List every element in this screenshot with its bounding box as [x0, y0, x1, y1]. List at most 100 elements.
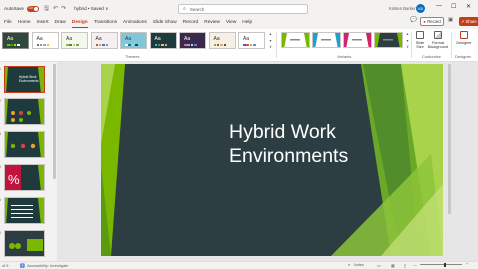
theme-option[interactable]: Aa	[238, 32, 265, 49]
thumbnails-scrollbar[interactable]	[53, 64, 56, 179]
user-name[interactable]: Kirsten Barker	[389, 6, 416, 11]
theme-color-swatches	[7, 44, 20, 46]
record-button[interactable]: ● Record	[420, 17, 444, 26]
theme-option[interactable]: Aa	[31, 32, 59, 49]
record-label: Record	[427, 19, 441, 24]
variants-gallery-scroll[interactable]: ▲ ▼ ⊻	[405, 32, 410, 49]
comments-icon[interactable]: 💬	[410, 17, 417, 23]
accessibility-status[interactable]: Accessibility: Investigate	[27, 264, 68, 268]
save-icon[interactable]: 🖫	[44, 4, 49, 14]
autosave-state: On	[28, 6, 34, 10]
variant-option[interactable]	[374, 32, 403, 48]
thumbnail-title: Hybrid Work Environments	[19, 75, 39, 83]
variant-option[interactable]	[281, 32, 310, 48]
theme-sample-text: Aa	[154, 36, 161, 42]
designer-button-label: Designer	[456, 40, 472, 45]
slide-thumbnail[interactable]: Hybrid Work Environments	[4, 66, 45, 93]
theme-option[interactable]: Aa	[149, 32, 177, 49]
minimize-button[interactable]: —	[436, 3, 442, 9]
status-bar: of 9 ♿ Accessibility: Investigate	[0, 261, 478, 269]
tab-animations[interactable]: Animations	[123, 19, 147, 26]
thumbnail-number: 2	[0, 99, 1, 103]
theme-color-swatches	[36, 44, 50, 46]
accessibility-icon[interactable]: ♿	[20, 263, 25, 268]
designer-button[interactable]: Designer	[453, 31, 475, 45]
variants-group-label: Variants	[337, 54, 352, 59]
theme-color-swatches	[213, 44, 227, 46]
scroll-up-icon[interactable]: ▲	[406, 32, 409, 36]
variant-option[interactable]	[343, 32, 372, 48]
tab-transitions[interactable]: Transitions	[94, 19, 117, 26]
notes-icon[interactable]: ≡	[348, 263, 350, 267]
share-button[interactable]: ↗ Share	[459, 17, 478, 26]
search-icon: ⌕	[183, 6, 186, 12]
ribbon: Aa Aa Aa Aa Aa Aa Aa Aa Aa ▲ ▼ ⊻ Themes ▲ ▼ ⊻ Va…	[0, 29, 478, 62]
undo-icon[interactable]: ↶	[53, 5, 58, 12]
variant-option[interactable]	[312, 32, 341, 48]
slide-count: of 9	[2, 263, 9, 268]
theme-option[interactable]: Aa	[90, 32, 118, 49]
more-icon[interactable]: ⊻	[406, 45, 409, 49]
theme-option[interactable]: Aa	[61, 32, 88, 49]
notes-button[interactable]: Notes	[354, 263, 364, 267]
document-title[interactable]: hybrid • Saved ∨	[74, 6, 108, 12]
maximize-button[interactable]: ☐	[451, 3, 456, 10]
svg-text:%: %	[8, 172, 20, 187]
format-background-button[interactable]: Format Background	[427, 31, 449, 49]
search-box[interactable]: ⌕ Search	[178, 4, 308, 14]
tab-view[interactable]: View	[226, 19, 236, 26]
tab-review[interactable]: Review	[204, 19, 220, 26]
slide-title[interactable]: Hybrid Work Environments	[229, 120, 348, 168]
tab-slide-show[interactable]: Slide Show	[153, 19, 177, 26]
thumbnail-number: 6	[0, 231, 1, 235]
theme-option[interactable]: Aa	[120, 32, 147, 49]
divider	[276, 32, 277, 58]
share-icon: ↗	[461, 19, 465, 24]
tab-record[interactable]: Record	[183, 19, 198, 26]
slide-thumbnail[interactable]: %	[4, 164, 45, 191]
scroll-down-icon[interactable]: ▼	[269, 39, 272, 43]
zoom-in-icon[interactable]: +	[466, 262, 468, 266]
tab-design[interactable]: Design	[71, 19, 88, 28]
autosave-label: AutoSave	[4, 6, 24, 11]
theme-option[interactable]: Aa	[179, 32, 206, 49]
tab-file[interactable]: File	[4, 19, 12, 26]
close-button[interactable]: ✕	[466, 3, 471, 10]
avatar[interactable]: KB	[416, 4, 425, 13]
tab-draw[interactable]: Draw	[55, 19, 66, 26]
slide-thumbnail[interactable]	[4, 230, 45, 257]
tab-help[interactable]: Help	[242, 19, 252, 26]
share-label: Share	[465, 19, 477, 24]
slide-sorter-icon[interactable]: ▦	[391, 263, 395, 268]
camera-icon[interactable]: ▣	[448, 17, 453, 23]
divider	[411, 32, 412, 58]
tab-home[interactable]: Home	[18, 19, 31, 26]
redo-icon[interactable]: ↷	[61, 5, 66, 12]
slide-canvas[interactable]: Hybrid Work Environments	[101, 64, 443, 256]
slide-thumbnail[interactable]	[4, 98, 45, 125]
slide-thumbnail[interactable]	[4, 131, 45, 158]
theme-color-swatches	[66, 44, 79, 46]
scroll-down-icon[interactable]: ▼	[406, 39, 409, 43]
normal-view-icon[interactable]: ▭	[377, 263, 381, 268]
slide-thumbnail[interactable]	[4, 197, 45, 224]
theme-option[interactable]: Aa	[2, 32, 29, 49]
slide-vertical-scrollbar[interactable]	[448, 64, 451, 214]
theme-sample-text: Aa	[95, 36, 102, 42]
theme-sample-text: Aa	[125, 36, 132, 42]
theme-option[interactable]: Aa	[208, 32, 236, 49]
scroll-up-icon[interactable]: ▲	[269, 32, 272, 36]
theme-sample-text: Aa	[213, 36, 220, 42]
more-icon[interactable]: ⊻	[269, 45, 272, 49]
reading-view-icon[interactable]: ▯	[404, 263, 406, 268]
zoom-slider[interactable]	[420, 264, 462, 265]
theme-color-swatches	[184, 44, 197, 46]
theme-sample-text: Aa	[36, 36, 43, 42]
autosave-toggle[interactable]: On	[26, 5, 39, 12]
slide-title-line-1: Hybrid Work	[229, 121, 336, 143]
zoom-slider-thumb[interactable]	[444, 262, 446, 267]
slide-size-button[interactable]: Slide Size	[413, 31, 427, 49]
themes-gallery-scroll[interactable]: ▲ ▼ ⊻	[268, 32, 273, 49]
tab-insert[interactable]: Insert	[37, 19, 49, 26]
zoom-out-icon[interactable]: —	[413, 263, 417, 267]
